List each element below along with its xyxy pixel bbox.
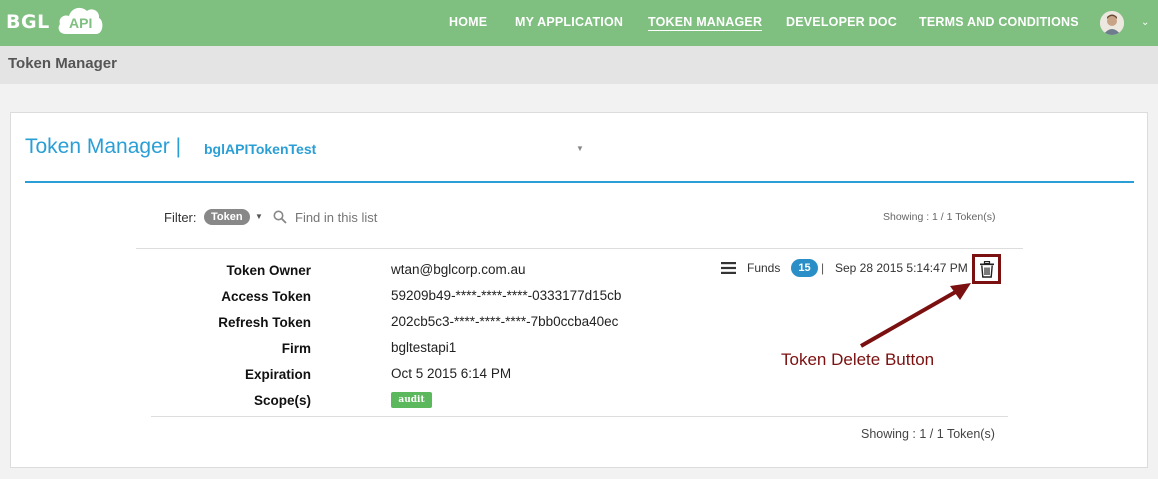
funds-count-badge: 15 — [791, 259, 818, 277]
expiration-label: Expiration — [244, 367, 311, 382]
caret-down-icon[interactable]: ▼ — [576, 144, 584, 153]
scope-badge: audit — [391, 392, 432, 408]
search-icon — [273, 210, 287, 224]
hamburger-menu-icon[interactable] — [721, 262, 736, 274]
annotation-label: Token Delete Button — [781, 350, 935, 369]
scopes-label: Scope(s) — [253, 393, 311, 408]
expiration-value: Oct 5 2015 6:14 PM — [391, 366, 512, 381]
application-select[interactable]: bglAPITokenTest — [204, 141, 316, 157]
firm-value: bgltestapi1 — [391, 340, 457, 355]
firm-label: Firm — [281, 341, 311, 356]
funds-label: Funds — [747, 261, 781, 275]
nav-terms-and-conditions[interactable]: TERMS AND CONDITIONS — [919, 15, 1079, 29]
filter-type-pill[interactable]: Token — [204, 209, 250, 225]
showing-count-bottom: Showing : 1 / 1 Token(s) — [861, 427, 995, 441]
card-title: Token Manager | — [25, 135, 182, 158]
nav-developer-doc[interactable]: DEVELOPER DOC — [786, 15, 897, 29]
token-owner-label: Token Owner — [226, 263, 311, 278]
list-divider-top — [136, 248, 1023, 249]
access-token-label: Access Token — [221, 289, 311, 304]
title-divider — [25, 181, 1134, 183]
token-owner-value: wtan@bglcorp.com.au — [391, 262, 526, 277]
user-avatar-icon — [1100, 11, 1124, 35]
trash-icon — [980, 261, 994, 278]
brand-cloud-label: API — [69, 15, 93, 31]
meta-separator: | — [821, 261, 825, 275]
token-created-date: Sep 28 2015 5:14:47 PM — [835, 261, 968, 275]
list-divider-bottom — [151, 416, 1008, 417]
nav-token-manager[interactable]: TOKEN MANAGER — [648, 15, 763, 31]
filter-caret-icon[interactable]: ▼ — [255, 212, 263, 221]
user-avatar[interactable] — [1100, 11, 1124, 35]
delete-token-button[interactable] — [972, 254, 1001, 284]
nav-home[interactable]: HOME — [449, 15, 487, 29]
page-header-band — [0, 46, 1158, 84]
page-title: Token Manager — [8, 55, 117, 72]
nav-my-application[interactable]: MY APPLICATION — [515, 15, 623, 29]
filter-label: Filter: — [164, 210, 197, 225]
showing-count-top: Showing : 1 / 1 Token(s) — [883, 211, 996, 223]
refresh-token-value: 202cb5c3-****-****-****-7bb0ccba40ec — [391, 314, 619, 329]
search-input[interactable] — [295, 207, 475, 227]
chevron-down-icon[interactable]: ⌄ — [1141, 17, 1149, 28]
access-token-value: 59209b49-****-****-****-0333177d15cb — [391, 288, 622, 303]
annotation-arrow-icon — [860, 283, 971, 348]
refresh-token-label: Refresh Token — [218, 315, 311, 330]
brand-logo-text[interactable]: BGL — [6, 11, 50, 33]
